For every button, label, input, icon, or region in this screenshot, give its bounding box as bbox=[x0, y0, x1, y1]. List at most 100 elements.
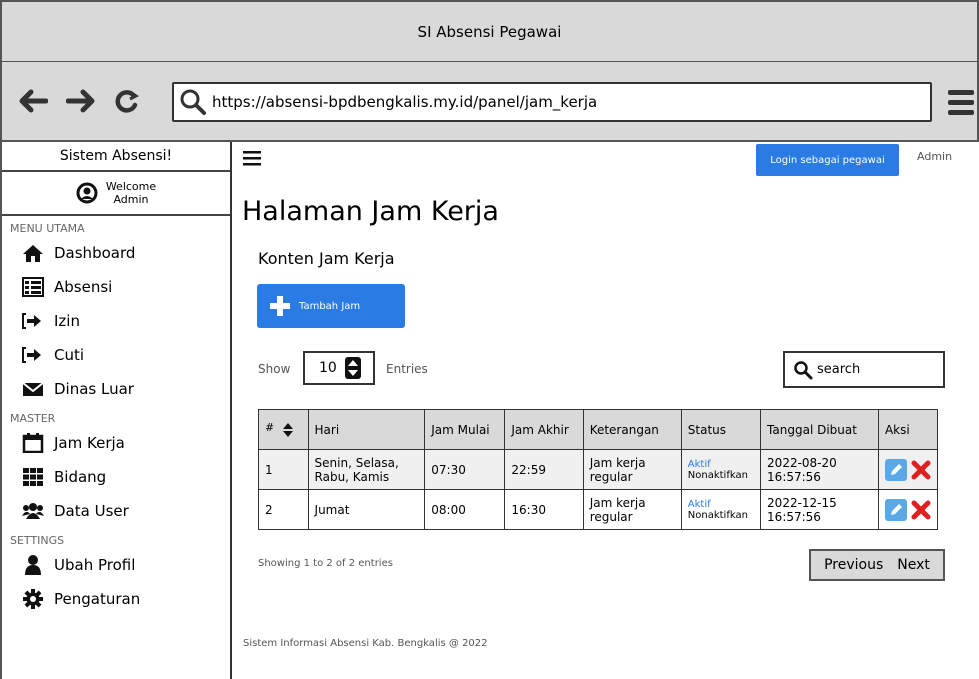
delete-icon[interactable] bbox=[911, 460, 931, 480]
sidebar-item-cuti[interactable]: Cuti bbox=[2, 338, 230, 372]
reload-icon bbox=[115, 90, 139, 113]
sidebar-toggle-icon[interactable] bbox=[243, 150, 261, 166]
list-icon bbox=[22, 277, 44, 297]
sidebar-item-dashboard[interactable]: Dashboard bbox=[2, 236, 230, 270]
sidebar-item-bidang[interactable]: Bidang bbox=[2, 460, 230, 494]
sidebar-item-label: Pengaturan bbox=[54, 590, 141, 608]
entries-select[interactable]: 10 bbox=[303, 351, 375, 385]
entries-value: 10 bbox=[319, 360, 337, 376]
column-header-jam-mulai[interactable]: Jam Mulai bbox=[424, 409, 506, 450]
previous-button[interactable]: Previous bbox=[824, 557, 883, 573]
entries-label: Entries bbox=[386, 362, 428, 376]
sidebar-item-label: Cuti bbox=[54, 346, 85, 364]
calendar-icon bbox=[22, 433, 44, 453]
status-badge: Aktif bbox=[687, 498, 711, 510]
next-button[interactable]: Next bbox=[897, 557, 930, 573]
table-row: 2 Jumat 08:00 16:30 Jam kerja regular Ak… bbox=[258, 489, 939, 530]
sort-updown-icon bbox=[344, 357, 361, 379]
user-circle-icon bbox=[76, 182, 98, 204]
cell-aksi bbox=[877, 489, 939, 530]
cell-jam-akhir: 22:59 bbox=[504, 449, 584, 490]
search-input[interactable]: search bbox=[783, 351, 945, 388]
login-as-employee-button[interactable]: Login sebagai pegawai bbox=[756, 144, 899, 176]
plus-icon bbox=[270, 296, 290, 316]
home-icon bbox=[23, 245, 43, 262]
sidebar-item-label: Dinas Luar bbox=[54, 380, 134, 398]
cell-status: Aktif Nonaktifkan bbox=[680, 449, 762, 490]
reload-button[interactable] bbox=[110, 84, 144, 118]
users-icon bbox=[22, 503, 44, 519]
address-bar[interactable]: https://absensi-bpdbengkalis.my.id/panel… bbox=[172, 82, 932, 122]
sign-in-icon bbox=[22, 313, 41, 329]
column-header-no[interactable]: # bbox=[258, 409, 309, 450]
sidebar: Sistem Absensi! Welcome Admin MENU UTAMA… bbox=[0, 142, 232, 679]
window-title: SI Absensi Pegawai bbox=[417, 22, 562, 41]
grid-icon bbox=[23, 468, 43, 486]
cell-tanggal: 2022-12-15 16:57:56 bbox=[760, 489, 879, 530]
url-text: https://absensi-bpdbengkalis.my.id/panel… bbox=[212, 93, 598, 111]
sidebar-item-data-user[interactable]: Data User bbox=[2, 494, 230, 528]
cell-status: Aktif Nonaktifkan bbox=[680, 489, 762, 530]
cell-no: 1 bbox=[258, 449, 309, 490]
envelope-icon bbox=[22, 382, 44, 396]
edit-button[interactable] bbox=[884, 458, 907, 481]
admin-link[interactable]: Admin bbox=[917, 150, 952, 163]
search-placeholder: search bbox=[817, 362, 861, 377]
arrow-left-icon bbox=[19, 89, 48, 113]
sidebar-title: Sistem Absensi! bbox=[2, 142, 230, 172]
pagination: Previous Next bbox=[809, 549, 945, 581]
cell-aksi bbox=[877, 449, 939, 490]
arrow-right-icon bbox=[66, 89, 95, 113]
column-header-tanggal-dibuat[interactable]: Tanggal Dibuat bbox=[760, 409, 879, 450]
footer-text: Sistem Informasi Absensi Kab. Bengkalis … bbox=[243, 638, 488, 649]
add-jam-button[interactable]: Tambah Jam bbox=[257, 284, 405, 328]
edit-button[interactable] bbox=[884, 498, 907, 521]
gear-icon bbox=[23, 589, 43, 609]
back-button[interactable] bbox=[16, 84, 50, 118]
cell-no: 2 bbox=[258, 489, 309, 530]
cell-jam-mulai: 07:30 bbox=[424, 449, 506, 490]
pencil-icon bbox=[890, 503, 902, 515]
delete-icon[interactable] bbox=[911, 500, 931, 520]
table-row: 1 Senin, Selasa, Rabu, Kamis 07:30 22:59… bbox=[258, 449, 939, 490]
column-header-keterangan[interactable]: Keterangan bbox=[582, 409, 682, 450]
content-subtitle: Konten Jam Kerja bbox=[258, 249, 395, 268]
cell-hari: Jumat bbox=[307, 489, 426, 530]
page-title: Halaman Jam Kerja bbox=[242, 196, 499, 227]
section-menu-utama: MENU UTAMA bbox=[10, 222, 85, 235]
column-header-status[interactable]: Status bbox=[680, 409, 762, 450]
table-header-row: # Hari Jam Mulai Jam Akhir Keterangan St… bbox=[258, 409, 939, 450]
welcome-text: Welcome bbox=[105, 180, 157, 193]
sort-icon bbox=[283, 422, 294, 437]
sidebar-item-jam-kerja[interactable]: Jam Kerja bbox=[2, 426, 230, 460]
deactivate-link[interactable]: Nonaktifkan bbox=[688, 470, 754, 481]
sidebar-item-pengaturan[interactable]: Pengaturan bbox=[2, 582, 230, 616]
welcome-user: Admin bbox=[113, 193, 149, 206]
sidebar-item-label: Data User bbox=[54, 502, 129, 520]
cell-hari: Senin, Selasa, Rabu, Kamis bbox=[307, 449, 426, 490]
section-master: MASTER bbox=[10, 412, 56, 425]
sidebar-item-ubah-profil[interactable]: Ubah Profil bbox=[2, 548, 230, 582]
browser-toolbar: https://absensi-bpdbengkalis.my.id/panel… bbox=[0, 62, 979, 142]
sidebar-item-label: Jam Kerja bbox=[54, 434, 125, 452]
window-titlebar: SI Absensi Pegawai bbox=[0, 0, 979, 62]
jam-kerja-table: # Hari Jam Mulai Jam Akhir Keterangan St… bbox=[258, 409, 939, 530]
section-settings: SETTINGS bbox=[10, 534, 65, 547]
search-icon bbox=[794, 360, 813, 379]
sidebar-item-izin[interactable]: Izin bbox=[2, 304, 230, 338]
sidebar-item-absensi[interactable]: Absensi bbox=[2, 270, 230, 304]
status-badge: Aktif bbox=[687, 458, 711, 470]
show-label: Show bbox=[258, 362, 291, 376]
column-header-hari[interactable]: Hari bbox=[307, 409, 426, 450]
add-jam-label: Tambah Jam bbox=[299, 300, 361, 312]
cell-jam-mulai: 08:00 bbox=[424, 489, 506, 530]
cell-keterangan: Jam kerja regular bbox=[582, 449, 682, 490]
sidebar-item-label: Ubah Profil bbox=[54, 556, 136, 574]
cell-jam-akhir: 16:30 bbox=[504, 489, 584, 530]
forward-button[interactable] bbox=[64, 84, 98, 118]
deactivate-link[interactable]: Nonaktifkan bbox=[688, 510, 754, 521]
sidebar-item-dinas-luar[interactable]: Dinas Luar bbox=[2, 372, 230, 406]
cell-keterangan: Jam kerja regular bbox=[582, 489, 682, 530]
column-header-jam-akhir[interactable]: Jam Akhir bbox=[504, 409, 584, 450]
browser-menu-icon[interactable] bbox=[946, 84, 976, 120]
